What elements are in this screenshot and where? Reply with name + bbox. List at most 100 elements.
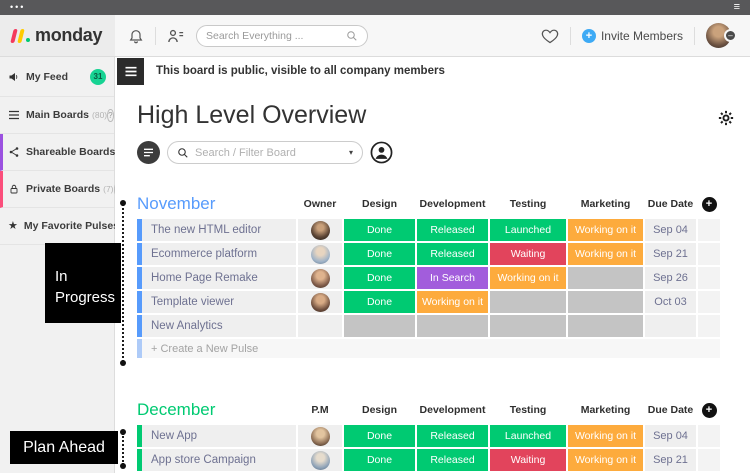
- pulse-name-cell[interactable]: Home Page Remake: [137, 267, 296, 289]
- status-cell[interactable]: In Search: [417, 267, 488, 289]
- status-cell[interactable]: Done: [344, 425, 415, 447]
- status-cell[interactable]: Done: [344, 449, 415, 471]
- status-cell[interactable]: Working on it: [490, 267, 566, 289]
- sidebar-item-private-boards[interactable]: Private Boards (7) ?: [0, 171, 120, 208]
- owner-cell[interactable]: [298, 449, 342, 471]
- due-date-cell[interactable]: Sep 04: [645, 425, 696, 447]
- status-cell[interactable]: Released: [417, 219, 488, 241]
- owner-cell[interactable]: [298, 243, 342, 265]
- help-icon[interactable]: ?: [107, 108, 114, 122]
- pulse-name-cell[interactable]: Ecommerce platform: [137, 243, 296, 265]
- add-column-button[interactable]: +: [698, 402, 720, 418]
- status-cell[interactable]: Released: [417, 425, 488, 447]
- status-cell[interactable]: Launched: [490, 425, 566, 447]
- pulse-name-cell[interactable]: New Analytics: [137, 315, 296, 337]
- status-cell[interactable]: [417, 315, 488, 337]
- group-header-row: November Owner Design Development Testing Mar…: [137, 192, 720, 216]
- pulse-name-cell[interactable]: App store Campaign: [137, 449, 296, 471]
- pulse-name-cell[interactable]: Template viewer: [137, 291, 296, 313]
- due-date-cell[interactable]: Sep 26: [645, 267, 696, 289]
- search-placeholder: Search Everything ...: [206, 29, 304, 42]
- status-cell[interactable]: Working on it: [568, 243, 643, 265]
- status-cell[interactable]: Released: [417, 243, 488, 265]
- status-cell[interactable]: Working on it: [568, 219, 643, 241]
- status-cell[interactable]: Working on it: [417, 291, 488, 313]
- column-header[interactable]: Marketing: [568, 404, 643, 416]
- status-cell[interactable]: Working on it: [568, 425, 643, 447]
- people-menu-icon[interactable]: [167, 28, 185, 44]
- status-cell[interactable]: Launched: [490, 219, 566, 241]
- column-header[interactable]: Design: [344, 404, 415, 416]
- gear-icon[interactable]: [717, 109, 735, 127]
- column-header[interactable]: Testing: [490, 404, 566, 416]
- column-header[interactable]: Development: [417, 404, 488, 416]
- board-menu-button[interactable]: [117, 57, 144, 85]
- sidebar-item-shareable-boards[interactable]: Shareable Boards (6) ?: [0, 134, 136, 171]
- extra-cell: [698, 449, 720, 471]
- column-header[interactable]: Owner: [298, 198, 342, 210]
- group-header-row: December P.M Design Development Testing Marke…: [137, 398, 720, 422]
- create-new-pulse[interactable]: + Create a New Pulse: [137, 339, 720, 358]
- column-header[interactable]: Development: [417, 198, 488, 210]
- lock-icon: [8, 183, 20, 195]
- status-cell[interactable]: Working on it: [568, 449, 643, 471]
- status-cell[interactable]: Waiting: [490, 449, 566, 471]
- sidebar-item-main-boards[interactable]: Main Boards (80) ?: [0, 97, 114, 134]
- owner-cell[interactable]: [298, 267, 342, 289]
- owner-cell[interactable]: [298, 425, 342, 447]
- status-cell[interactable]: Done: [344, 219, 415, 241]
- invite-members-button[interactable]: + Invite Members: [581, 28, 683, 43]
- owner-cell[interactable]: [298, 219, 342, 241]
- due-date-cell[interactable]: Oct 03: [645, 291, 696, 313]
- owner-cell[interactable]: [298, 291, 342, 313]
- bell-icon[interactable]: [128, 28, 144, 44]
- due-date-cell[interactable]: [645, 315, 696, 337]
- caret-down-icon[interactable]: ▾: [349, 148, 353, 157]
- add-column-button[interactable]: +: [698, 196, 720, 212]
- extra-cell: [698, 315, 720, 337]
- search-icon: [346, 30, 358, 42]
- window-controls-icon[interactable]: •••: [10, 3, 25, 12]
- status-cell[interactable]: [490, 315, 566, 337]
- column-header[interactable]: P.M: [298, 404, 342, 416]
- board-filter-input[interactable]: Search / Filter Board ▾: [167, 141, 363, 164]
- status-cell[interactable]: Done: [344, 243, 415, 265]
- window-menu-icon[interactable]: ≡: [734, 2, 740, 13]
- extra-cell: [698, 291, 720, 313]
- status-cell[interactable]: [568, 315, 643, 337]
- global-search-input[interactable]: Search Everything ...: [196, 24, 368, 47]
- heart-icon[interactable]: [541, 28, 559, 44]
- group-title[interactable]: December: [137, 400, 296, 420]
- due-date-cell[interactable]: Sep 04: [645, 219, 696, 241]
- column-header[interactable]: Testing: [490, 198, 566, 210]
- person-filter-icon[interactable]: [370, 141, 393, 164]
- status-cell[interactable]: Done: [344, 267, 415, 289]
- column-header[interactable]: Design: [344, 198, 415, 210]
- board-title[interactable]: High Level Overview: [137, 101, 750, 130]
- group-title[interactable]: November: [137, 194, 296, 214]
- status-cell[interactable]: Done: [344, 291, 415, 313]
- column-header[interactable]: Marketing: [568, 198, 643, 210]
- status-cell[interactable]: Waiting: [490, 243, 566, 265]
- status-cell[interactable]: [344, 315, 415, 337]
- owner-cell[interactable]: [298, 315, 342, 337]
- column-header[interactable]: Due Date: [645, 198, 696, 210]
- sidebar-item-my-feed[interactable]: My Feed 31: [0, 57, 114, 97]
- pulse-name-cell[interactable]: The new HTML editor: [137, 219, 296, 241]
- status-cell[interactable]: [568, 291, 643, 313]
- filter-placeholder: Search / Filter Board: [195, 146, 296, 159]
- sidebar-item-favorite-pulses[interactable]: ★ My Favorite Pulses (3): [0, 208, 132, 245]
- board-count: (7): [103, 184, 114, 194]
- sidebar-item-label: Main Boards: [26, 109, 90, 121]
- status-cell[interactable]: [490, 291, 566, 313]
- avatar-status-badge[interactable]: –: [724, 29, 737, 42]
- column-header[interactable]: Due Date: [645, 404, 696, 416]
- due-date-cell[interactable]: Sep 21: [645, 449, 696, 471]
- filter-menu-button[interactable]: [137, 141, 160, 164]
- status-cell[interactable]: Released: [417, 449, 488, 471]
- due-date-cell[interactable]: Sep 21: [645, 243, 696, 265]
- status-cell[interactable]: [568, 267, 643, 289]
- board-group: December P.M Design Development Testing Marke…: [137, 398, 750, 471]
- pulse-name-cell[interactable]: New App: [137, 425, 296, 447]
- logo[interactable]: monday: [0, 15, 115, 56]
